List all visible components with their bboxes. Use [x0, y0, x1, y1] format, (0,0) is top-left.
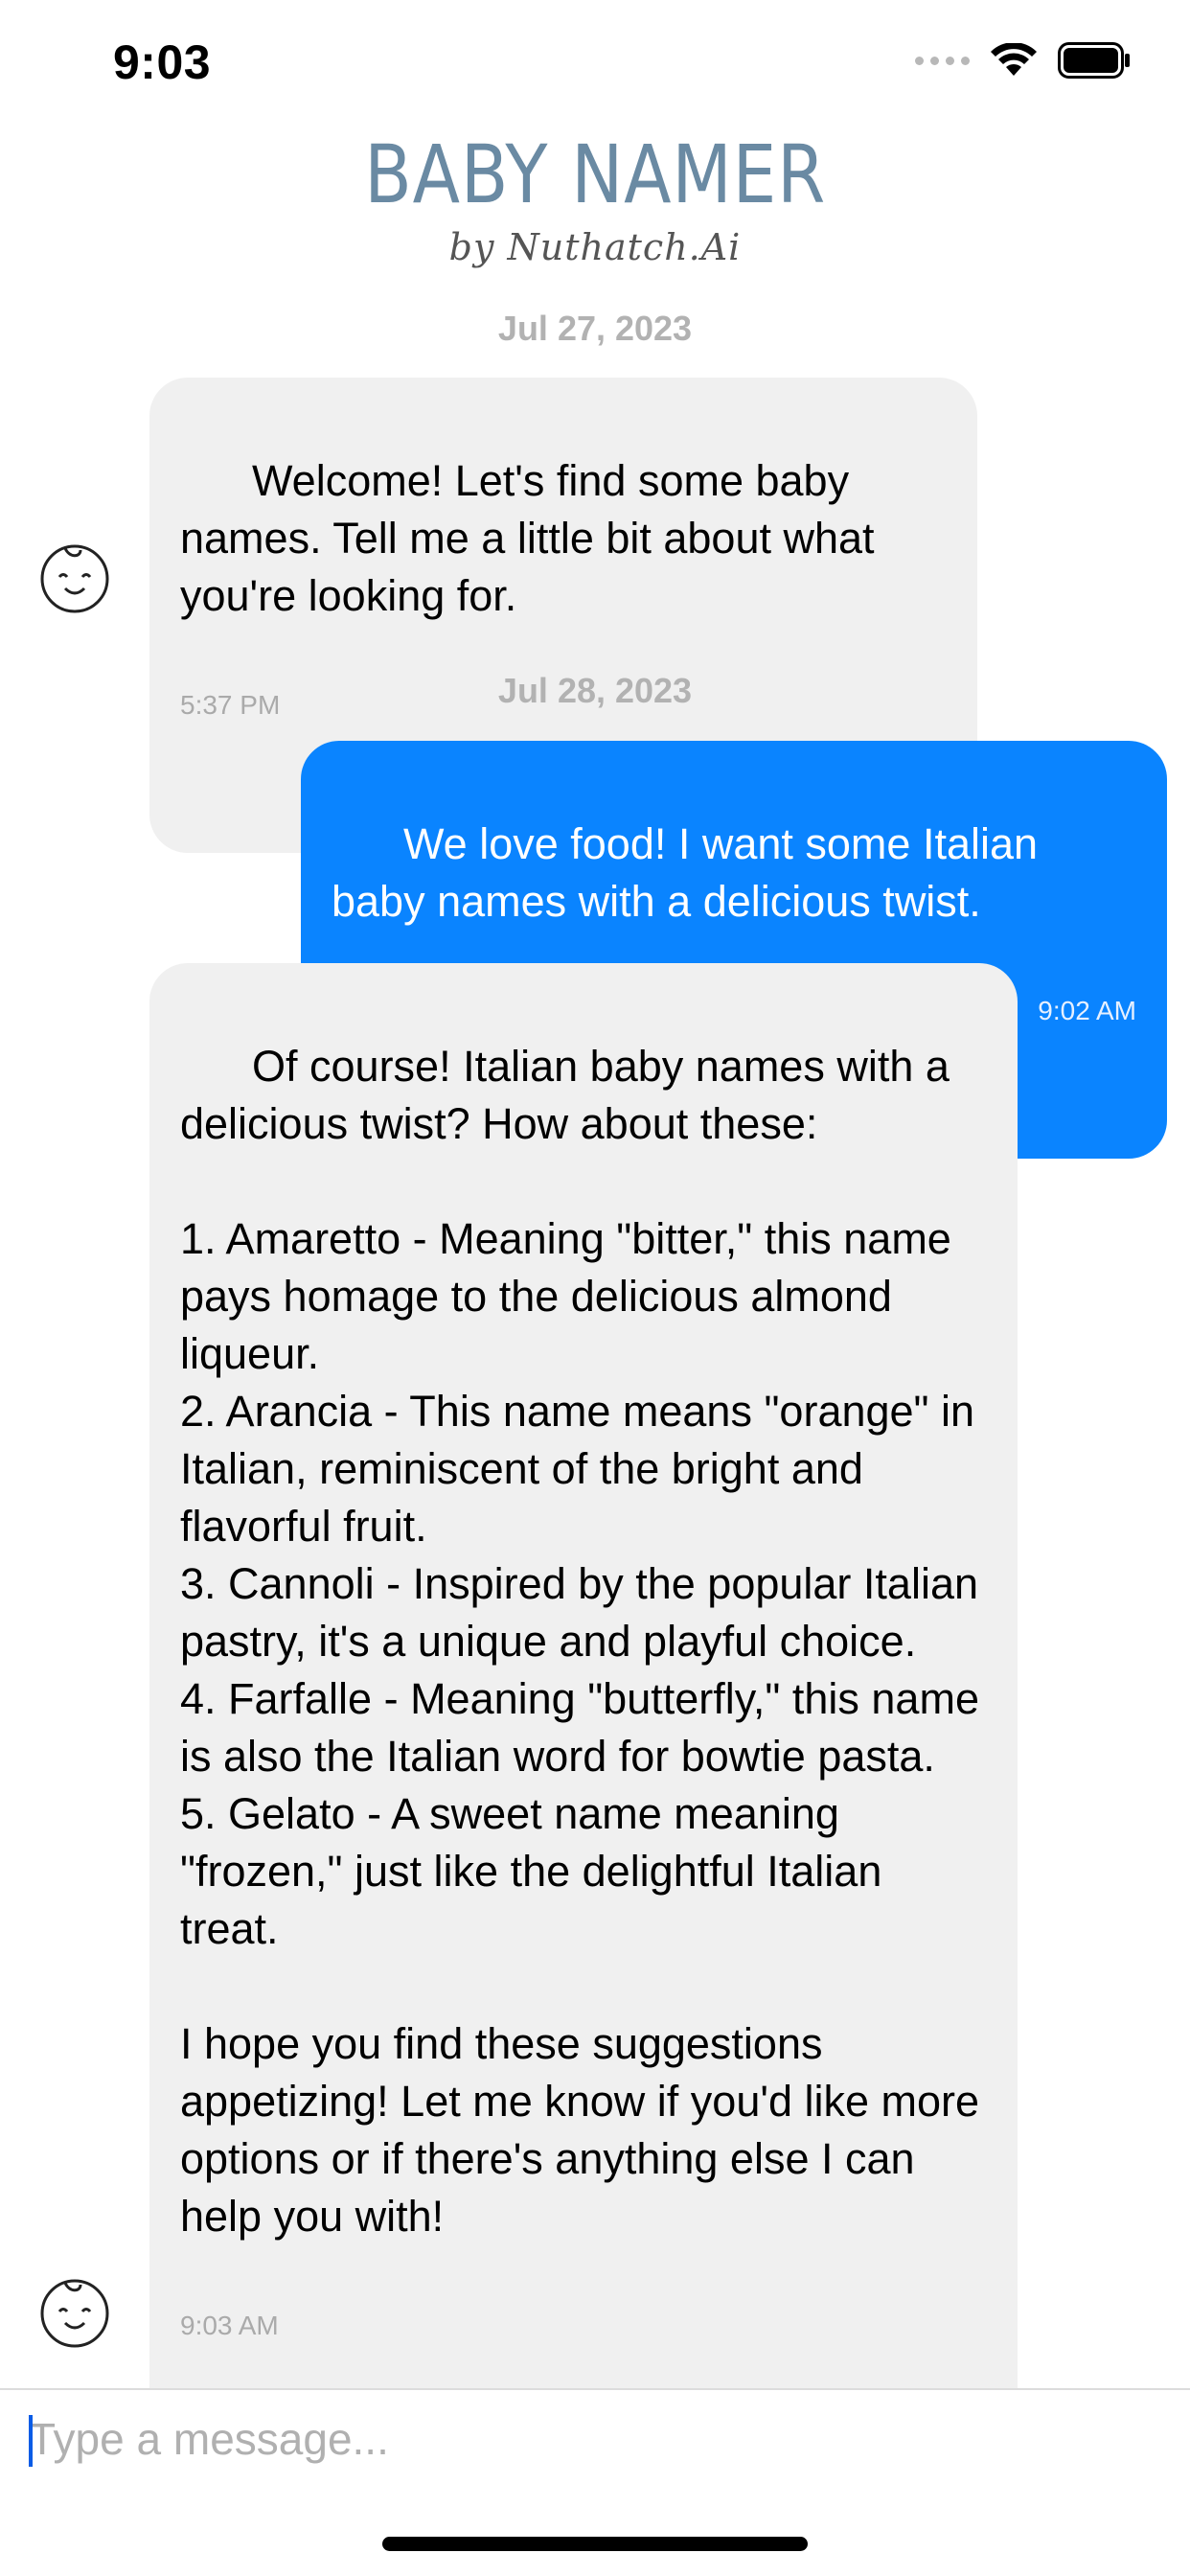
baby-face-icon	[40, 2279, 109, 2348]
message-input[interactable]	[29, 2405, 1159, 2472]
home-indicator[interactable]	[382, 2537, 808, 2551]
text-caret	[29, 2415, 33, 2467]
status-bar: 9:03	[0, 0, 1190, 125]
app-logo: BABY NAMER by Nuthatch.Ai	[0, 134, 1190, 268]
logo-title: BABY NAMER	[364, 127, 826, 221]
message-time: 9:03 AM	[180, 2311, 279, 2340]
chat-screen: 9:03 BABY NAMER by Nuthatch.Ai Jul 27, 2…	[0, 0, 1190, 2576]
wifi-icon	[991, 43, 1037, 76]
baby-face-icon	[40, 544, 109, 613]
battery-icon	[1058, 42, 1130, 79]
date-separator: Jul 27, 2023	[497, 309, 693, 348]
cellular-signal-icon	[915, 56, 970, 65]
status-icons	[915, 42, 1131, 79]
message-text: Of course! Italian baby names with a del…	[180, 1042, 980, 2241]
logo-subtitle: by Nuthatch.Ai	[448, 226, 742, 268]
message-text: We love food! I want some Italian baby n…	[332, 819, 1050, 926]
status-time: 9:03	[113, 35, 212, 89]
date-separator: Jul 28, 2023	[497, 671, 693, 710]
message-text: Welcome! Let's find some baby names. Tel…	[180, 456, 887, 620]
message-bubble-bot[interactable]: Of course! Italian baby names with a del…	[149, 963, 1018, 2473]
